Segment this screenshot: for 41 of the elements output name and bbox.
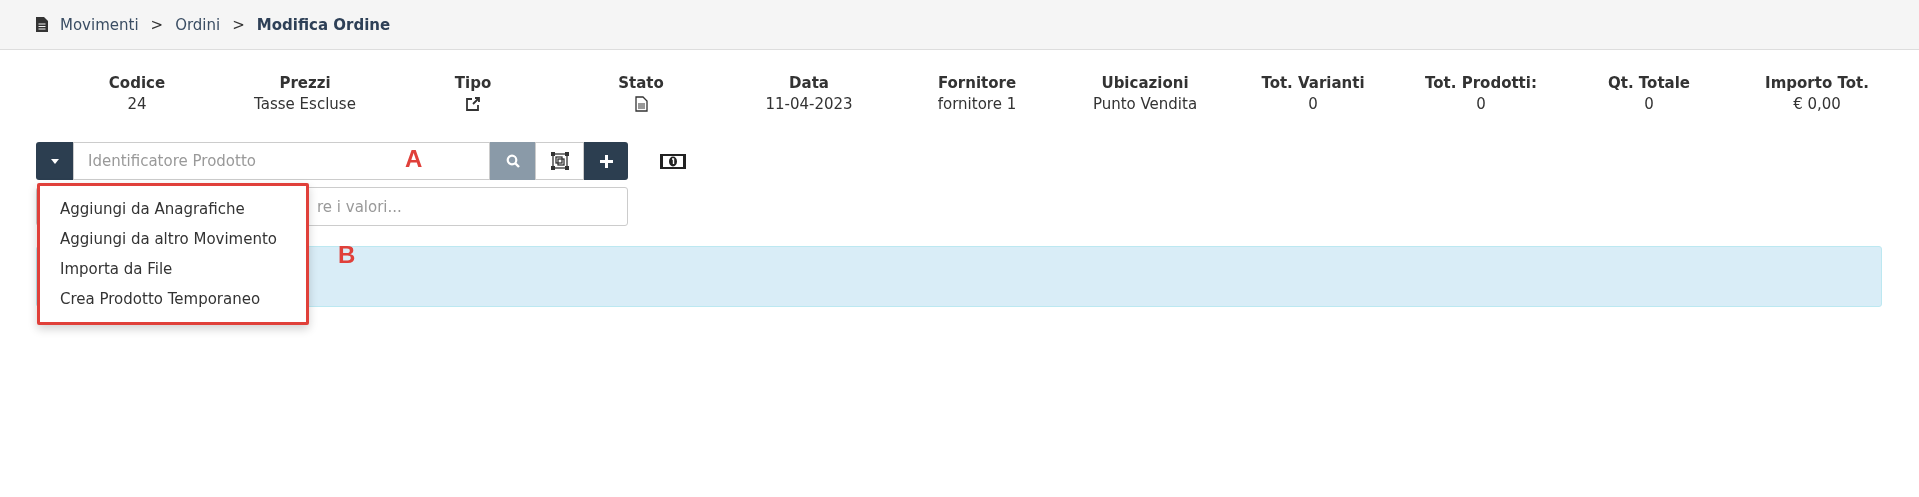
summary-value: 0 [1308, 95, 1318, 113]
breadcrumb-item[interactable]: Ordini [175, 15, 221, 34]
menu-item[interactable]: Aggiungi da altro Movimento [40, 224, 306, 254]
document-icon [634, 96, 648, 112]
select-button[interactable] [535, 142, 584, 180]
external-link-icon[interactable] [465, 96, 481, 112]
summary-label: Tot. Prodotti: [1425, 74, 1537, 92]
breadcrumb-item[interactable]: Movimenti [60, 15, 139, 34]
summary-label: Tipo [454, 74, 492, 92]
summary-label: Qt. Totale [1608, 74, 1690, 92]
menu-item[interactable]: Importa da File [40, 254, 306, 284]
banknote-icon[interactable] [660, 153, 686, 169]
summary-value: Punto Vendita [1092, 95, 1198, 113]
summary-label: Tot. Varianti [1261, 74, 1365, 92]
summary-value: 0 [1476, 95, 1486, 113]
summary-label: Ubicazioni [1101, 74, 1189, 92]
caret-icon [50, 158, 59, 164]
summary-value: € 0,00 [1793, 95, 1841, 113]
document-icon [36, 17, 48, 32]
summary-value: 24 [127, 95, 147, 113]
plus-icon [599, 154, 613, 168]
summary-label: Data [789, 74, 829, 92]
menu-item[interactable]: Crea Prodotto Temporaneo [40, 284, 306, 314]
summary-label: Codice [108, 74, 166, 92]
summary-value: 0 [1644, 95, 1654, 113]
search-icon [505, 154, 520, 168]
breadcrumb-separator: > [232, 15, 245, 34]
menu-item[interactable]: Aggiungi da Anagrafiche [40, 194, 306, 224]
annotation-letter: A [405, 145, 423, 173]
breadcrumb-item: Modifica Ordine [256, 15, 391, 34]
summary-label: Prezzi [279, 74, 331, 92]
add-button[interactable] [584, 142, 628, 180]
summary-label: Stato [618, 74, 664, 92]
selection-icon [550, 152, 569, 170]
summary-value: fornitore 1 [937, 95, 1017, 113]
summary-label: Fornitore [937, 74, 1017, 92]
summary-value: Tasse Escluse [254, 95, 356, 113]
breadcrumb-separator: > [150, 15, 164, 34]
annotation-letter: B [338, 241, 356, 269]
summary-label: Importo Tot. [1765, 74, 1869, 92]
summary-value: 11-04-2023 [765, 95, 853, 113]
